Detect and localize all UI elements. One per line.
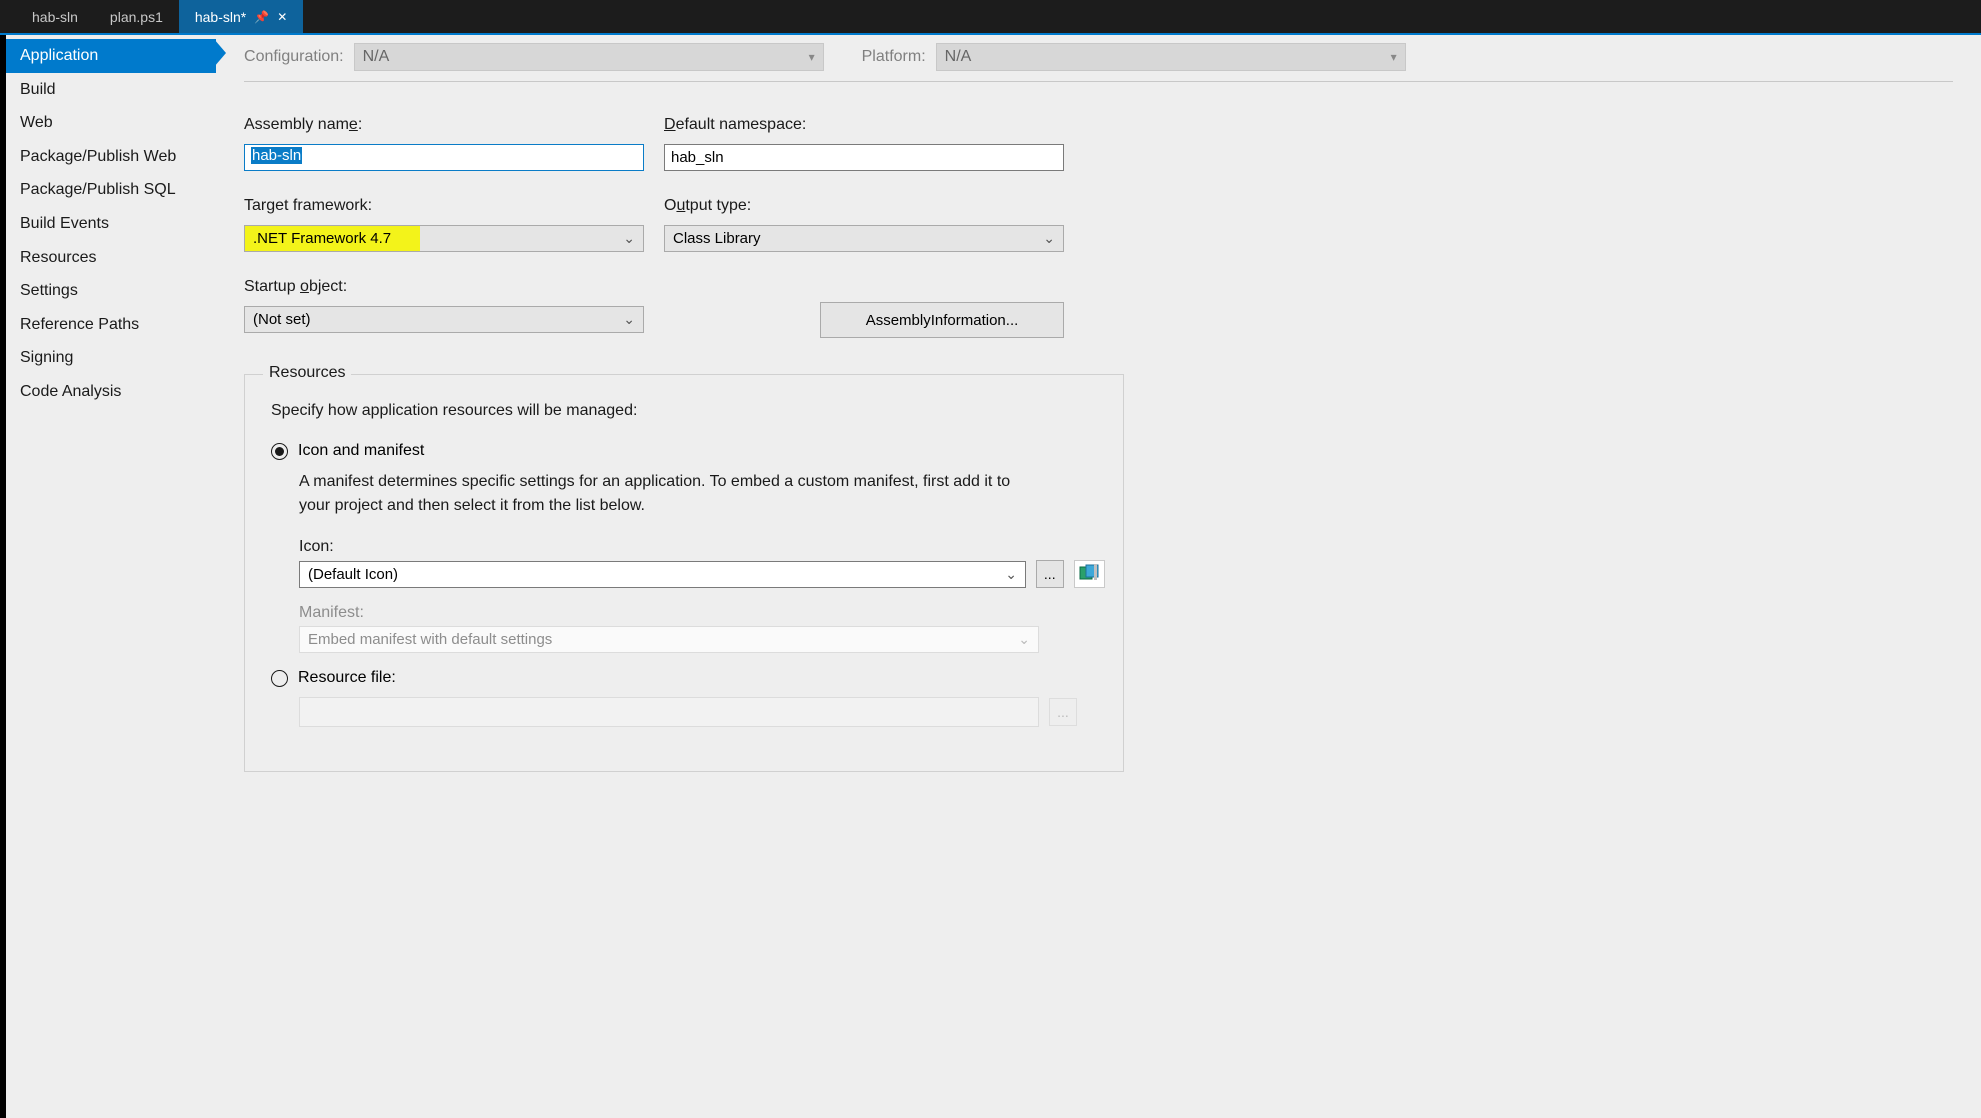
resources-groupbox: Resources Specify how application resour… [244,374,1124,772]
platform-value: N/A [945,48,972,66]
default-namespace-input[interactable] [664,144,1064,171]
icon-browse-button[interactable]: ... [1036,560,1064,588]
startup-object-select[interactable]: (Not set) [244,306,644,333]
startup-object-label: Startup object: [244,278,664,296]
tab-label: hab-sln* [195,9,246,25]
icon-value: (Default Icon) [308,566,398,583]
manifest-select: Embed manifest with default settings [299,626,1039,653]
application-panel: Configuration: N/A Platform: N/A Assembl… [216,35,1981,1118]
side-tab-settings[interactable]: Settings [6,274,216,308]
app-icon-icon [1079,564,1099,584]
tab-label: hab-sln [32,9,78,25]
side-tab-reference-paths[interactable]: Reference Paths [6,308,216,342]
side-tab-application[interactable]: Application [6,39,216,73]
resources-description: Specify how application resources will b… [271,402,1105,420]
side-tab-build[interactable]: Build [6,73,216,107]
tab-label: plan.ps1 [110,9,163,25]
property-category-tabs: Application Build Web Package/Publish We… [6,35,216,1118]
document-tab-planps1[interactable]: plan.ps1 [94,0,179,33]
assembly-name-input[interactable]: hab-sln [244,144,644,171]
side-tab-build-events[interactable]: Build Events [6,207,216,241]
close-icon[interactable]: ✕ [277,10,287,24]
resources-legend: Resources [263,364,351,382]
output-type-select[interactable]: Class Library [664,225,1064,252]
radio-selected-icon [271,443,288,460]
radio-resource-file[interactable]: Resource file: [271,669,1105,687]
side-tab-web[interactable]: Web [6,106,216,140]
radio-resource-file-label: Resource file: [298,669,396,687]
resource-file-input [299,697,1039,727]
target-framework-select[interactable]: .NET Framework 4.7 [244,225,644,252]
target-framework-value: .NET Framework 4.7 [253,230,391,247]
resource-file-browse-button: ... [1049,698,1077,726]
output-type-value: Class Library [673,230,761,247]
side-tab-resources[interactable]: Resources [6,241,216,275]
config-platform-row: Configuration: N/A Platform: N/A [244,43,1953,82]
document-tab-habsln[interactable]: hab-sln [16,0,94,33]
platform-select[interactable]: N/A [936,43,1406,71]
side-tab-signing[interactable]: Signing [6,341,216,375]
configuration-label: Configuration: [244,48,344,66]
output-type-label: Output type: [664,197,1084,215]
manifest-description: A manifest determines specific settings … [299,470,1039,518]
radio-unselected-icon [271,670,288,687]
assembly-information-button[interactable]: Assembly Information... [820,302,1064,338]
document-tab-strip: hab-sln plan.ps1 hab-sln* 📌 ✕ [0,0,1981,33]
configuration-select[interactable]: N/A [354,43,824,71]
icon-select[interactable]: (Default Icon) [299,561,1026,588]
assembly-name-label: Assembly name: [244,116,664,134]
pin-icon[interactable]: 📌 [254,10,269,24]
workspace: Application Build Web Package/Publish We… [0,35,1981,1118]
side-tab-package-publish-web[interactable]: Package/Publish Web [6,140,216,174]
document-tab-habsln-props[interactable]: hab-sln* 📌 ✕ [179,0,303,33]
manifest-value: Embed manifest with default settings [308,631,552,648]
target-framework-label: Target framework: [244,197,664,215]
default-namespace-label: Default namespace: [664,116,1084,134]
side-tab-code-analysis[interactable]: Code Analysis [6,375,216,409]
side-tab-package-publish-sql[interactable]: Package/Publish SQL [6,173,216,207]
manifest-label: Manifest: [299,604,1105,622]
configuration-value: N/A [363,48,390,66]
platform-label: Platform: [862,48,926,66]
icon-preview [1074,560,1105,588]
assembly-name-value: hab-sln [251,147,302,164]
radio-icon-and-manifest[interactable]: Icon and manifest [271,442,1105,460]
startup-object-value: (Not set) [253,311,311,328]
icon-label: Icon: [299,538,1105,556]
radio-icon-and-manifest-label: Icon and manifest [298,442,424,460]
